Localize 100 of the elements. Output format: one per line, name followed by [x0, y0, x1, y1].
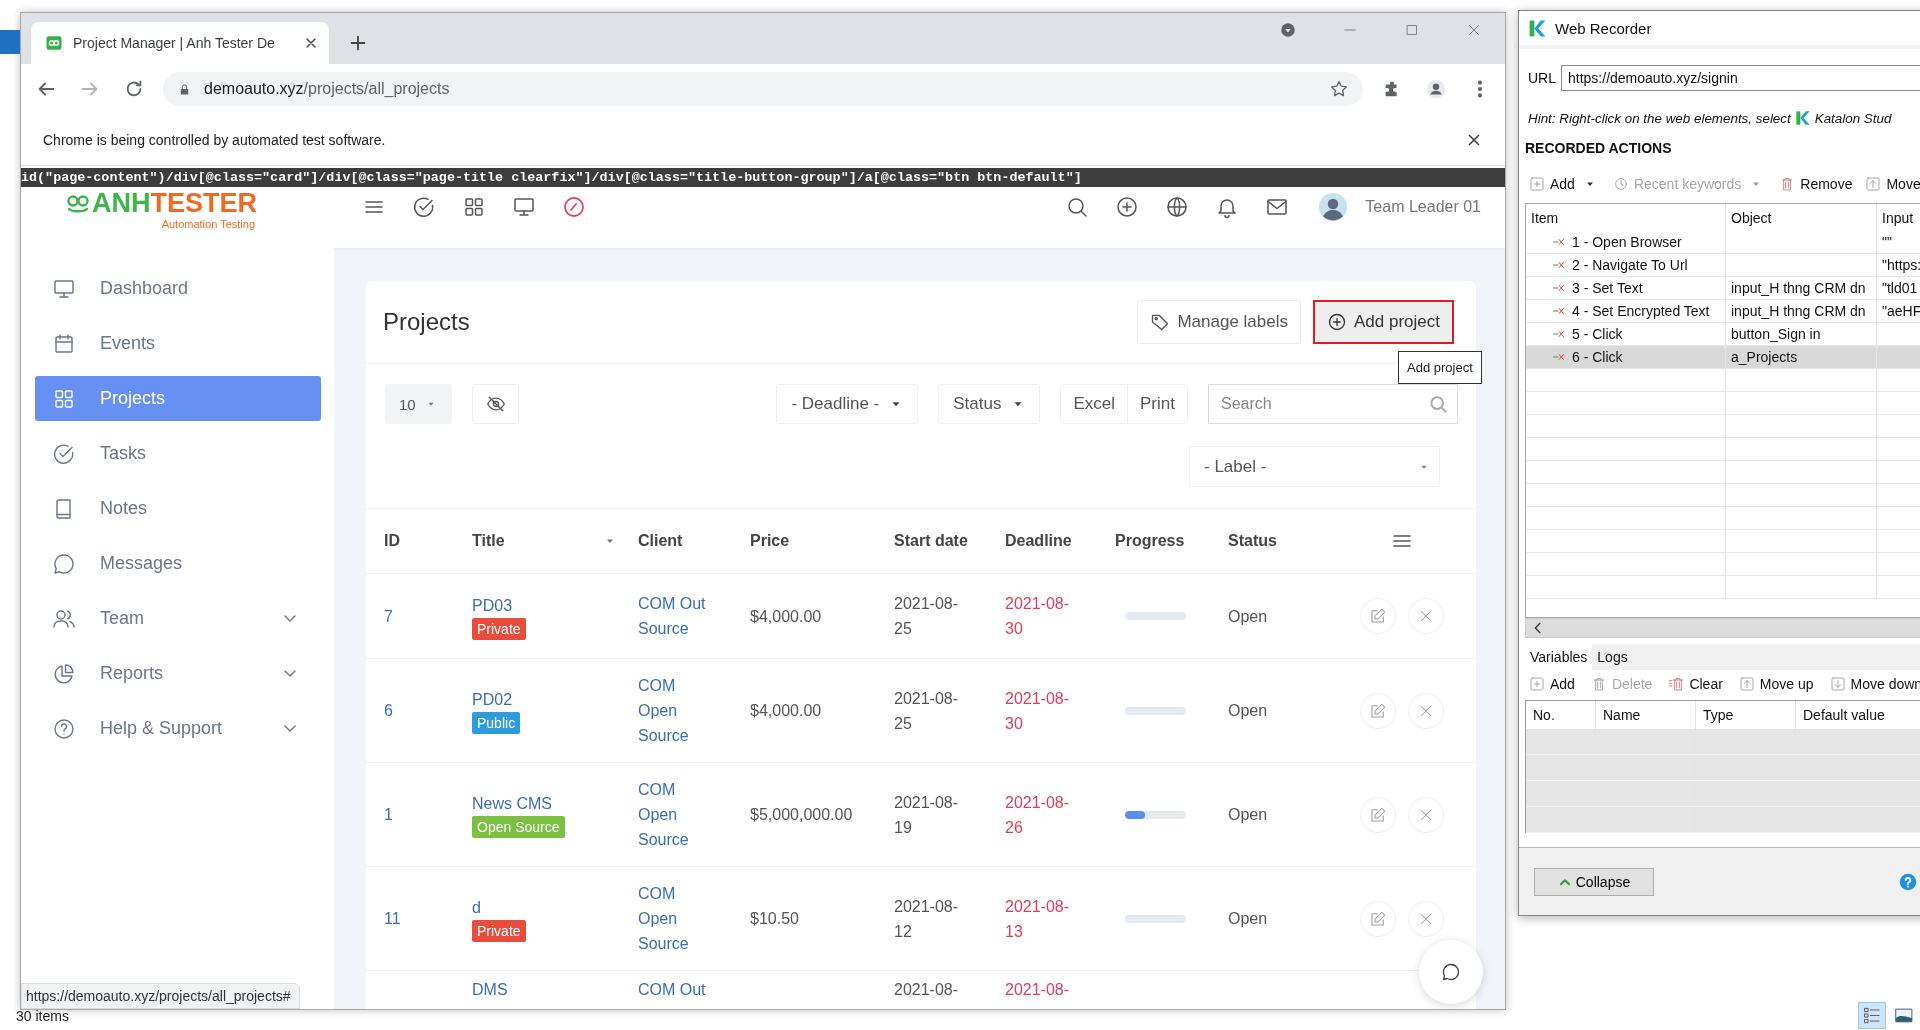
deadline-date: 2021-08-30 — [1005, 688, 1071, 734]
search-field[interactable]: Search — [1208, 384, 1458, 424]
tab[interactable]: Logs — [1592, 644, 1633, 670]
logo-text: ANHTESTER — [92, 188, 257, 218]
add-icon — [1529, 176, 1545, 192]
column-header[interactable]: No. — [1533, 707, 1555, 723]
project-link[interactable]: d — [472, 895, 481, 920]
toolbar-button[interactable]: Add — [1525, 676, 1579, 692]
check-circle-icon[interactable] — [412, 195, 436, 219]
client-link[interactable]: COM Out — [638, 977, 706, 1002]
price-text: $4,000.00 — [750, 701, 822, 721]
project-link[interactable]: DMS — [472, 977, 508, 1002]
globe-icon[interactable] — [1165, 195, 1190, 219]
table-cell: input_H thng CRM dn — [1731, 303, 1866, 319]
column-header[interactable]: Start date — [894, 532, 968, 550]
column-header[interactable]: Title — [472, 532, 505, 550]
step-icon — [1551, 282, 1567, 294]
column-header[interactable]: Input — [1882, 209, 1914, 226]
column-header[interactable]: Price — [750, 532, 790, 550]
hide-columns-button[interactable] — [472, 384, 519, 424]
sidebar-item[interactable]: Dashboard — [35, 266, 321, 311]
project-id[interactable]: 11 — [384, 906, 401, 931]
step-icon — [1551, 328, 1567, 340]
action-row[interactable]: 1 - Open Browser "" — [1526, 231, 1920, 254]
chat-icon — [1441, 962, 1461, 982]
label-dropdown[interactable]: - Label - — [1189, 446, 1440, 487]
action-row[interactable]: 3 - Set Text input_H thng CRM dn "tld01 — [1526, 277, 1920, 300]
table-cell: "tld01 — [1882, 280, 1918, 296]
scroll-bar[interactable] — [1525, 618, 1920, 638]
details-view-icon[interactable] — [1858, 1002, 1886, 1029]
toolbar-button[interactable]: Move — [1861, 176, 1920, 192]
column-header[interactable]: ID — [384, 532, 400, 550]
avatar[interactable] — [1319, 193, 1348, 221]
logo-tagline: Automation Testing — [161, 218, 255, 230]
column-header[interactable]: Deadline — [1005, 532, 1072, 550]
project-id[interactable]: 7 — [384, 603, 393, 629]
page-size-select[interactable]: 10 — [385, 384, 452, 424]
status-text: Open — [1228, 909, 1268, 929]
table-cell: "https: — [1882, 257, 1920, 273]
address-bar[interactable]: demoauto.xyz/projects/all_projects — [163, 72, 1363, 106]
toolbar-button[interactable]: Clear — [1664, 676, 1727, 692]
project-link[interactable]: PD02 — [472, 687, 513, 712]
tab[interactable]: Variables — [1525, 644, 1593, 670]
sidebar-item[interactable]: Reports — [35, 651, 321, 696]
export-button[interactable]: Print — [1127, 385, 1187, 423]
deadline-date: 2021-08-13 — [1005, 896, 1071, 942]
action-row[interactable]: 6 - Click a_Projects — [1526, 346, 1920, 369]
collapse-button[interactable]: Collapse — [1534, 867, 1654, 896]
monitor-icon[interactable] — [512, 195, 536, 219]
filter-dropdown[interactable]: Status — [938, 384, 1041, 424]
column-header[interactable]: Name — [1603, 707, 1641, 723]
project-id[interactable]: 6 — [384, 698, 393, 723]
profile-icon[interactable] — [1425, 78, 1447, 100]
column-header[interactable]: Item — [1531, 209, 1559, 226]
client-link[interactable]: COM Open Source — [638, 777, 718, 852]
sidebar-item[interactable]: Team — [35, 596, 321, 641]
project-link[interactable]: PD03 — [472, 592, 513, 618]
star-icon[interactable] — [1329, 79, 1349, 99]
table-cell: button_Sign in — [1731, 326, 1821, 342]
column-header[interactable]: Client — [638, 532, 683, 550]
sidebar-item[interactable]: Help & Support — [35, 706, 321, 751]
help-icon[interactable] — [1899, 872, 1917, 891]
tab-search-icon[interactable] — [1279, 21, 1297, 39]
column-header[interactable]: Object — [1731, 209, 1772, 226]
action-row[interactable]: 2 - Navigate To Url "https: — [1526, 254, 1920, 277]
sidebar-item[interactable]: Tasks — [35, 431, 321, 476]
price-text: $10.50 — [750, 909, 799, 929]
sidebar-item[interactable]: Events — [35, 321, 321, 366]
search-icon[interactable] — [1065, 195, 1090, 219]
deadline-date: 2021-08-30 — [1005, 594, 1071, 639]
toolbar-button[interactable]: Remove — [1775, 176, 1857, 192]
browser-tab[interactable]: Project Manager | Anh Tester De — [31, 22, 329, 64]
column-header[interactable]: Progress — [1115, 532, 1185, 550]
project-id[interactable]: 1 — [384, 802, 393, 827]
add-project-button[interactable]: Add project — [1313, 300, 1454, 344]
manage-labels-button[interactable]: Manage labels — [1137, 300, 1301, 344]
toolbar-button[interactable]: Move up — [1734, 676, 1818, 692]
tab-title: Project Manager | Anh Tester De — [73, 35, 276, 51]
column-header[interactable]: Status — [1228, 532, 1277, 550]
toolbar-button[interactable]: Add — [1525, 176, 1579, 192]
action-row[interactable]: 4 - Set Encrypted Text input_H thng CRM dn "aeHF — [1526, 300, 1920, 323]
client-link[interactable]: COM Open Source — [638, 673, 718, 748]
url-field[interactable]: https://demoauto.xyz/signin — [1561, 65, 1920, 91]
label-badge: Private — [472, 920, 526, 942]
gauge-icon[interactable] — [562, 195, 586, 219]
xpath-bar: id("page-content")/div[@class="card"]/div[@class="page-title clearfix"]/div[@class="title-button-group"]/a[@class="btn btn-default"] — [21, 168, 1505, 187]
user-name[interactable]: Team Leader 01 — [1365, 198, 1481, 216]
client-link[interactable]: COM Out Source — [638, 591, 718, 641]
column-header[interactable]: Default value — [1803, 707, 1885, 723]
column-header[interactable]: Type — [1703, 707, 1734, 723]
plus-circle-icon[interactable] — [1115, 195, 1140, 219]
grid-icon[interactable] — [462, 195, 486, 219]
sidebar-item[interactable]: Notes — [35, 486, 321, 531]
label-badge: Open Source — [472, 816, 565, 838]
sidebar-item[interactable]: Messages — [35, 541, 321, 586]
client-link[interactable]: COM Open Source — [638, 881, 718, 956]
add-icon — [1529, 676, 1545, 692]
url-label: URL — [1528, 70, 1556, 86]
project-link[interactable]: News CMS — [472, 791, 552, 816]
filter-dropdown[interactable]: - Deadline - — [776, 384, 919, 424]
